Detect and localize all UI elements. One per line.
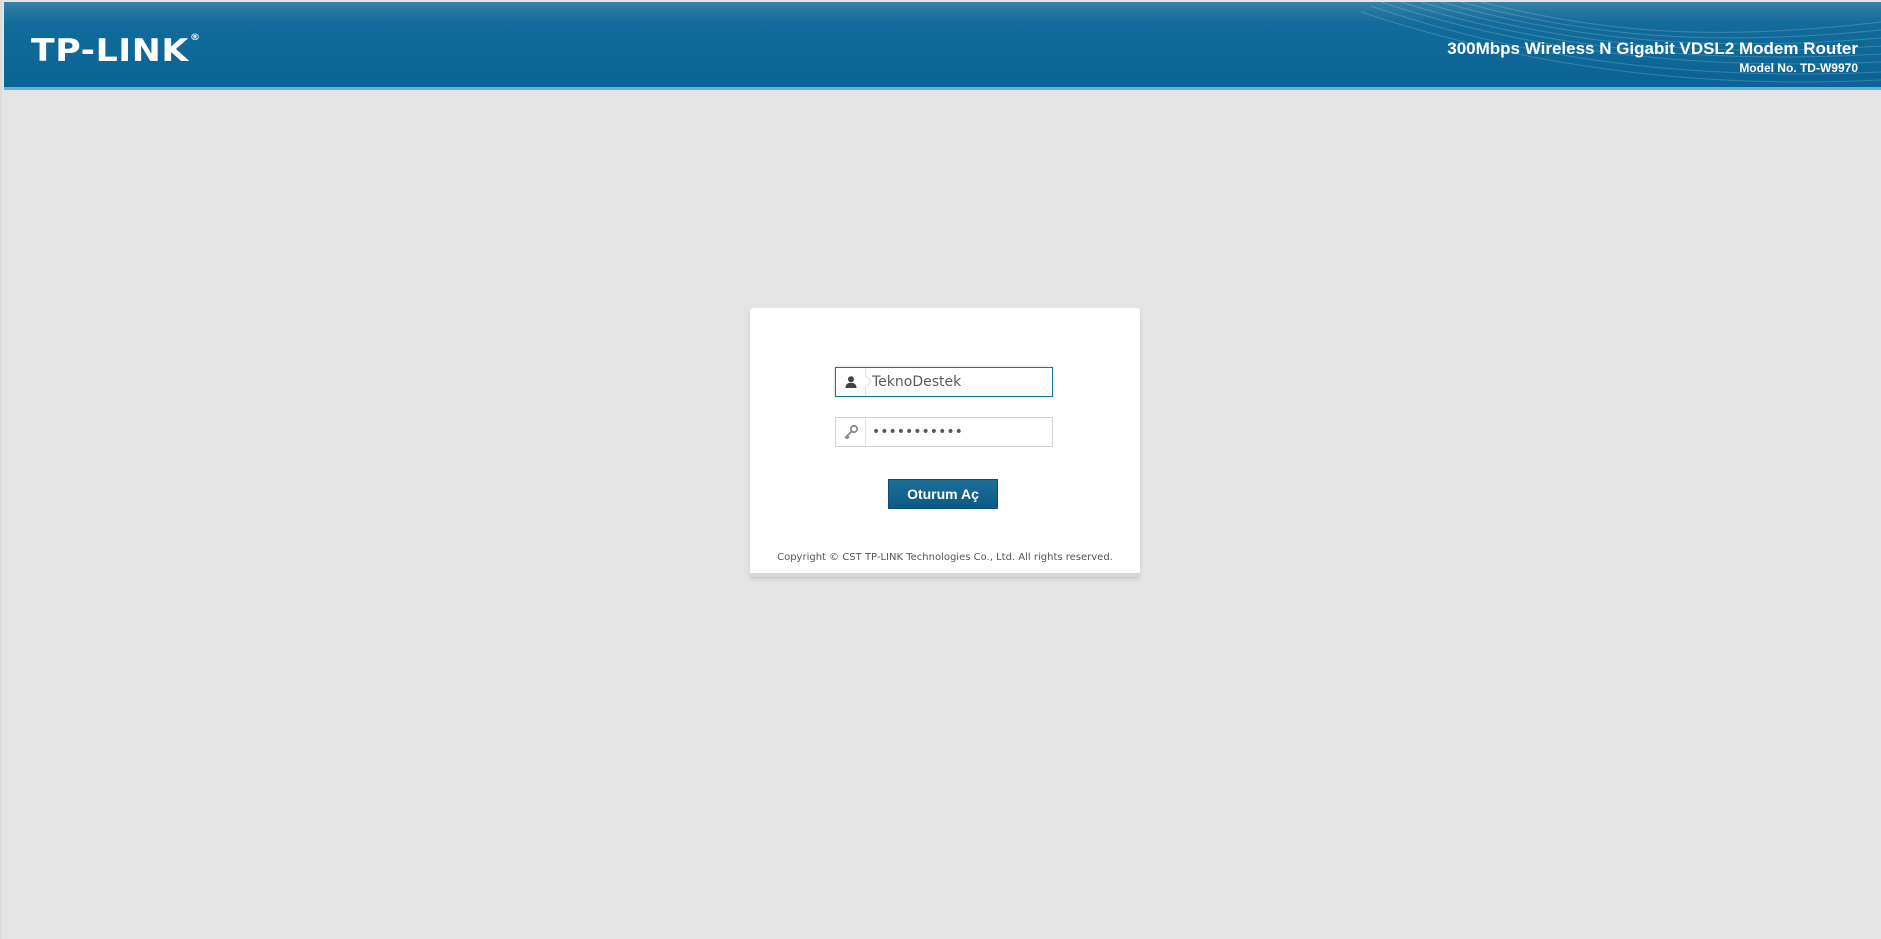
username-field[interactable]: [835, 367, 1053, 397]
password-input[interactable]: [866, 419, 1052, 445]
tp-link-logo: TP-LINK®: [31, 33, 201, 69]
username-input[interactable]: [866, 369, 1052, 395]
logo-text: TP-LINK: [31, 33, 189, 69]
registered-mark: ®: [189, 33, 201, 43]
password-field[interactable]: [835, 417, 1053, 447]
copyright-text: Copyright © CST TP-LINK Technologies Co.…: [777, 552, 1113, 563]
product-title: 300Mbps Wireless N Gigabit VDSL2 Modem R…: [1447, 39, 1858, 58]
key-icon: [836, 418, 866, 446]
login-card: Oturum Aç Copyright © CST TP-LINK Techno…: [750, 308, 1140, 577]
model-number: Model No. TD-W9970: [1739, 61, 1858, 75]
header-banner: TP-LINK® 300Mbps Wireless N Gigabit VDSL…: [4, 2, 1881, 90]
user-icon: [836, 368, 866, 396]
page: TP-LINK® 300Mbps Wireless N Gigabit VDSL…: [0, 0, 1881, 939]
login-button[interactable]: Oturum Aç: [888, 479, 998, 509]
